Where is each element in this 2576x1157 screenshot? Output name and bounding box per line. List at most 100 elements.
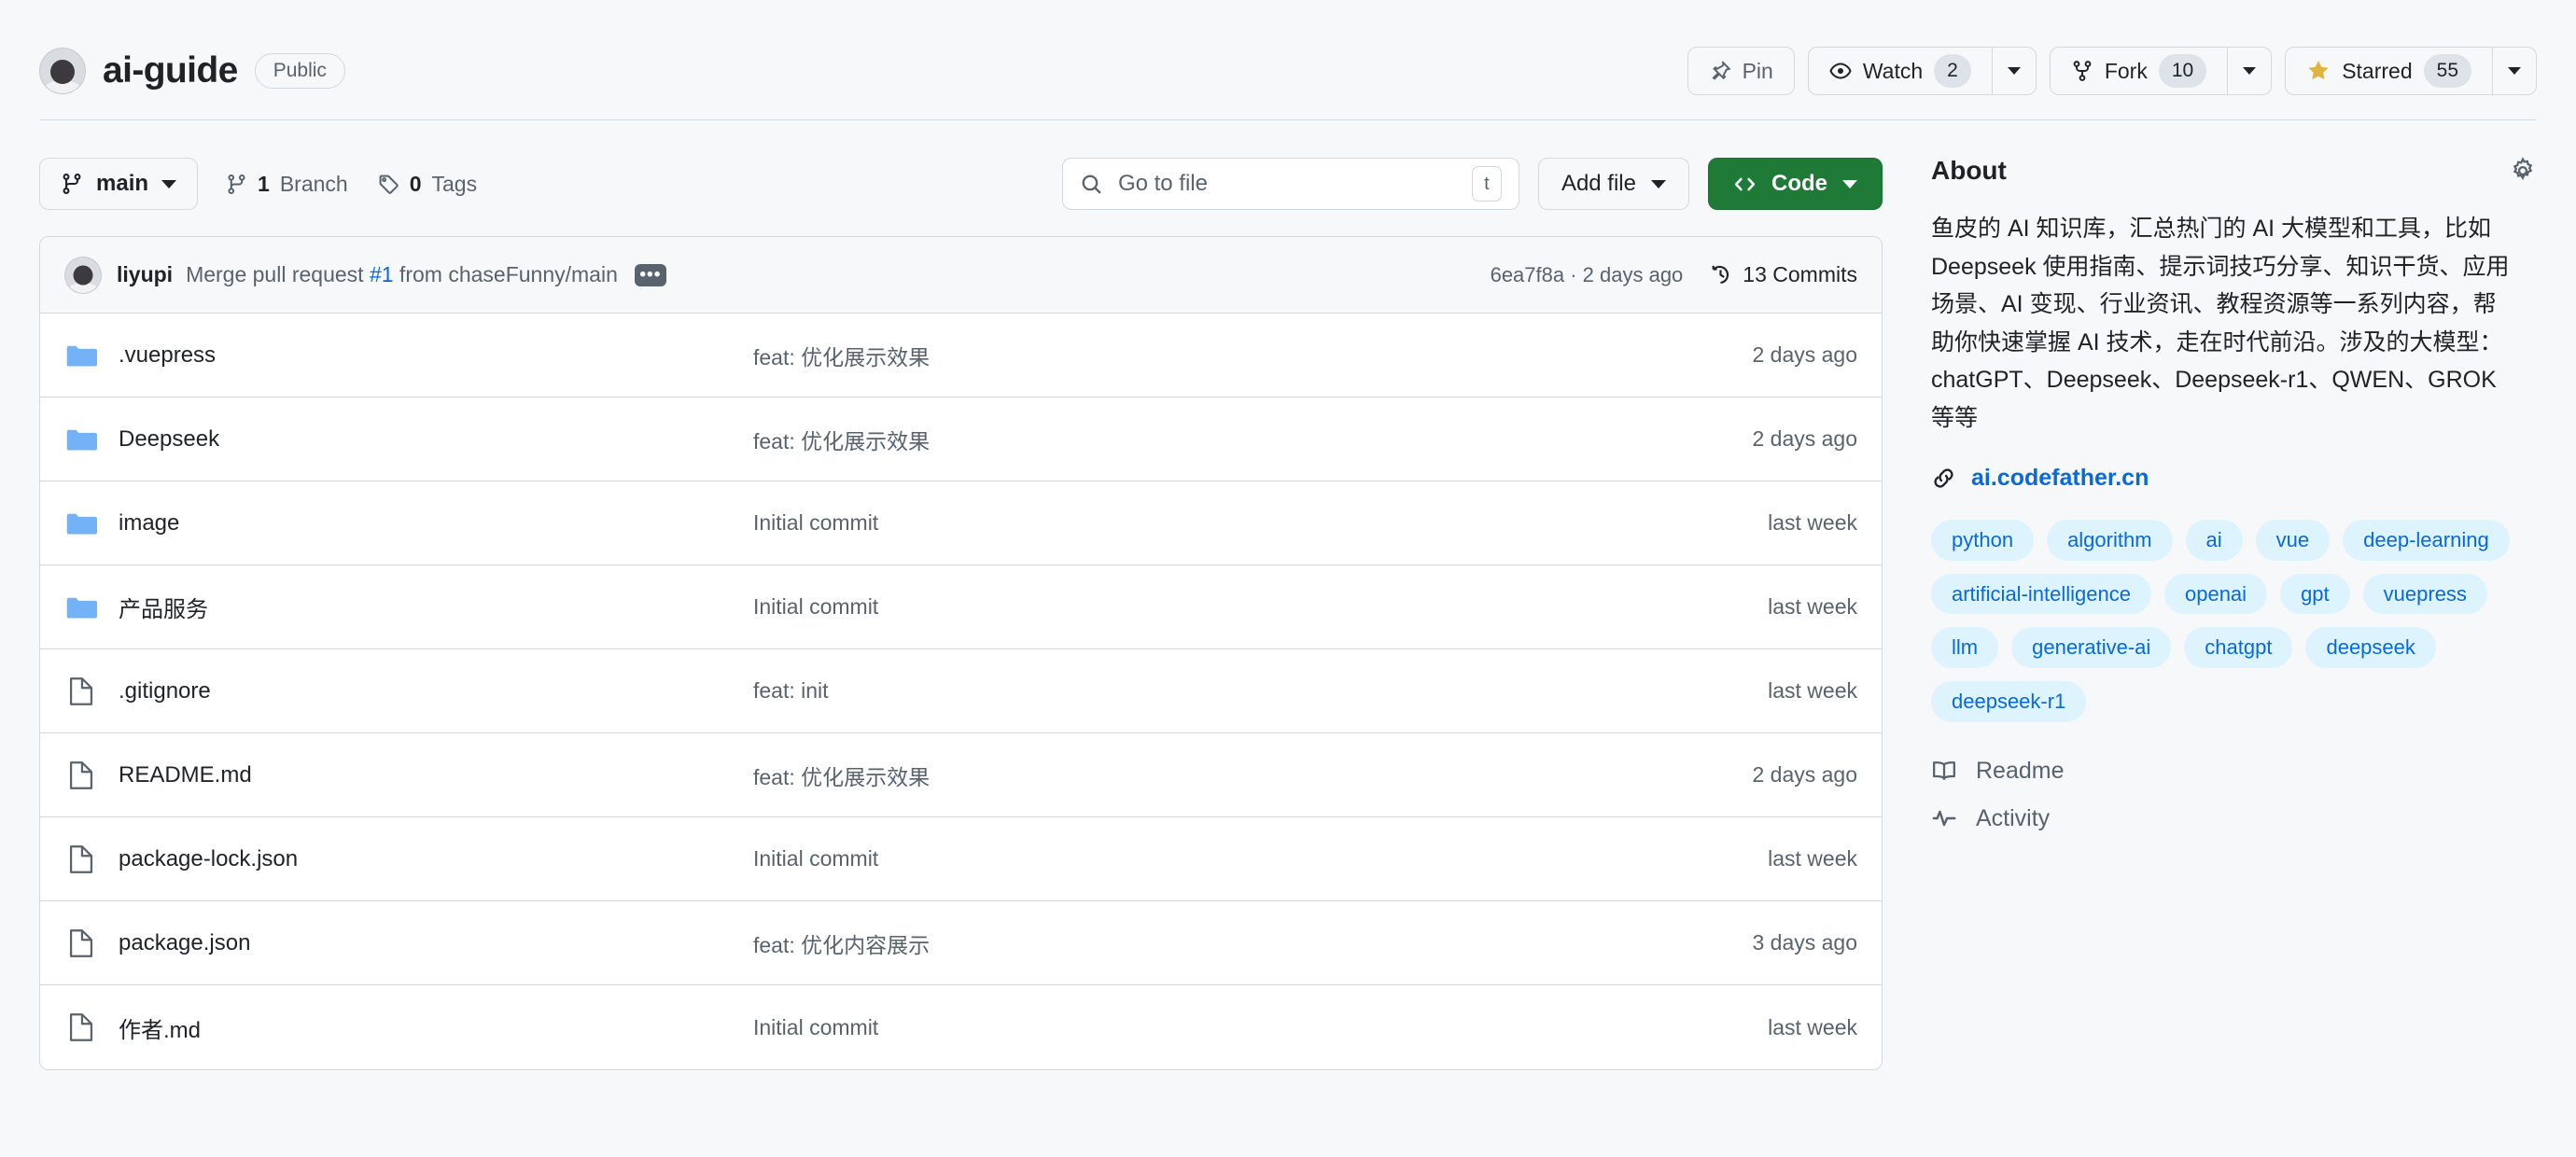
topic-tag[interactable]: vue (2255, 520, 2331, 561)
file-commit-message[interactable]: Initial commit (753, 846, 1624, 871)
table-row[interactable]: 作者.md Initial commit last week (40, 985, 1882, 1069)
table-row[interactable]: 产品服务 Initial commit last week (40, 565, 1882, 649)
topic-tag[interactable]: llm (1931, 627, 1999, 669)
readme-link[interactable]: Readme (1931, 758, 2537, 785)
search-input[interactable]: Go to file (1118, 171, 1457, 197)
star-dropdown-button[interactable] (2492, 47, 2537, 95)
file-name[interactable]: package-lock.json (119, 846, 753, 872)
file-toolbar: main 1 Branch 0 Tags Go to file t Add fi… (39, 156, 1883, 212)
table-row[interactable]: package.json feat: 优化内容展示 3 days ago (40, 901, 1882, 985)
search-shortcut-key: t (1471, 166, 1502, 202)
file-timestamp: last week (1768, 678, 1857, 703)
branch-selector[interactable]: main (39, 158, 199, 210)
topic-tag[interactable]: artificial-intelligence (1931, 573, 2151, 615)
topic-tag[interactable]: chatgpt (2184, 627, 2293, 669)
file-table: liyupi Merge pull request #1 from chaseF… (39, 236, 1883, 1070)
eye-icon (1829, 60, 1852, 82)
watch-button[interactable]: Watch 2 (1807, 47, 1992, 95)
file-name[interactable]: package.json (119, 930, 753, 956)
link-icon (1931, 466, 1956, 491)
go-to-file-search[interactable]: Go to file t (1061, 158, 1519, 210)
watch-dropdown-button[interactable] (1991, 47, 2037, 95)
starred-button[interactable]: Starred 55 (2285, 47, 2492, 95)
fork-dropdown-button[interactable] (2227, 47, 2273, 95)
page-title[interactable]: ai-guide (103, 50, 238, 91)
star-icon (2306, 59, 2331, 83)
owner-avatar[interactable] (39, 48, 86, 94)
repo-title-group: ai-guide Public (39, 48, 345, 94)
file-icon (64, 844, 98, 874)
chevron-down-icon (2508, 67, 2521, 75)
file-commit-message[interactable]: feat: 优化展示效果 (753, 760, 1624, 791)
file-commit-message[interactable]: feat: 优化展示效果 (753, 340, 1624, 371)
topic-tag[interactable]: openai (2163, 573, 2268, 615)
file-commit-message[interactable]: Initial commit (753, 1015, 1624, 1040)
file-commit-message[interactable]: Initial commit (753, 594, 1624, 620)
commit-details-button[interactable]: ••• (634, 263, 666, 286)
activity-label: Activity (1976, 804, 2051, 831)
website-link[interactable]: ai.codefather.cn (1931, 465, 2537, 492)
search-icon (1080, 173, 1103, 196)
branches-link[interactable]: 1 Branch (226, 172, 348, 197)
file-name[interactable]: Deepseek (119, 426, 753, 453)
topic-list: python algorithm ai vue deep-learning artific… (1931, 520, 2528, 722)
topic-tag[interactable]: deepseek (2305, 627, 2436, 669)
file-timestamp: 3 days ago (1752, 930, 1857, 955)
commits-count-link[interactable]: 13 Commits (1709, 262, 1857, 287)
topic-tag[interactable]: gpt (2280, 573, 2350, 615)
code-button[interactable]: Code (1708, 158, 1883, 210)
fork-button[interactable]: Fork 10 (2049, 47, 2228, 95)
gear-icon[interactable] (2509, 157, 2537, 185)
pulse-icon (1931, 805, 1957, 831)
activity-link[interactable]: Activity (1931, 805, 2537, 832)
tag-icon (378, 174, 399, 195)
about-sidebar: About 鱼皮的 AI 知识库，汇总热门的 AI 大模型和工具，比如 Deep… (1883, 120, 2537, 1070)
table-row[interactable]: .gitignore feat: init last week (40, 649, 1882, 733)
file-name[interactable]: .gitignore (119, 678, 753, 704)
about-header: About (1931, 156, 2537, 186)
file-name[interactable]: image (119, 510, 753, 537)
pin-label: Pin (1742, 58, 1773, 83)
file-commit-message[interactable]: feat: 优化展示效果 (753, 424, 1624, 455)
file-commit-message[interactable]: feat: 优化内容展示 (753, 927, 1624, 959)
commit-author[interactable]: liyupi (117, 262, 173, 287)
topic-tag[interactable]: ai (2185, 520, 2243, 561)
commit-meta: 6ea7f8a · 2 days ago 13 Commits (1491, 262, 1857, 287)
pin-button[interactable]: Pin (1687, 47, 1795, 95)
commits-count-label: 13 Commits (1743, 262, 1857, 286)
commit-author-avatar[interactable] (64, 256, 102, 294)
file-name[interactable]: 产品服务 (119, 591, 753, 623)
file-timestamp: 2 days ago (1752, 762, 1857, 787)
table-row[interactable]: package-lock.json Initial commit last week (40, 817, 1882, 901)
commit-message[interactable]: Merge pull request #1 from chaseFunny/ma… (186, 262, 618, 287)
tags-link[interactable]: 0 Tags (378, 172, 477, 197)
table-row[interactable]: Deepseek feat: 优化展示效果 2 days ago (40, 397, 1882, 481)
table-row[interactable]: README.md feat: 优化展示效果 2 days ago (40, 733, 1882, 817)
topic-tag[interactable]: generative-ai (2011, 627, 2172, 669)
latest-commit-bar: liyupi Merge pull request #1 from chaseF… (40, 237, 1882, 314)
topic-tag[interactable]: vuepress (2362, 573, 2487, 615)
file-name[interactable]: README.md (119, 762, 753, 788)
folder-icon (64, 510, 98, 537)
website-url: ai.codefather.cn (1971, 465, 2149, 491)
visibility-badge: Public (254, 53, 345, 89)
add-file-button[interactable]: Add file (1537, 158, 1689, 210)
topic-tag[interactable]: deepseek-r1 (1931, 681, 2087, 722)
topic-tag[interactable]: deep-learning (2343, 520, 2510, 561)
file-name[interactable]: .vuepress (119, 342, 753, 369)
chevron-down-icon (1651, 179, 1666, 188)
pull-request-link[interactable]: #1 (370, 262, 394, 286)
file-commit-message[interactable]: feat: init (753, 678, 1624, 704)
topic-tag[interactable]: algorithm (2047, 520, 2173, 561)
table-row[interactable]: .vuepress feat: 优化展示效果 2 days ago (40, 314, 1882, 397)
table-row[interactable]: image Initial commit last week (40, 481, 1882, 565)
pin-icon (1709, 60, 1731, 82)
branch-count: 1 (258, 171, 270, 196)
topic-tag[interactable]: python (1931, 520, 2035, 561)
branch-icon (226, 174, 247, 195)
commit-hash-and-time[interactable]: 6ea7f8a · 2 days ago (1491, 263, 1684, 287)
toolbar-right: Go to file t Add file Code (1061, 158, 1883, 210)
avatar-face (73, 265, 93, 286)
file-commit-message[interactable]: Initial commit (753, 510, 1624, 536)
file-name[interactable]: 作者.md (119, 1011, 753, 1044)
